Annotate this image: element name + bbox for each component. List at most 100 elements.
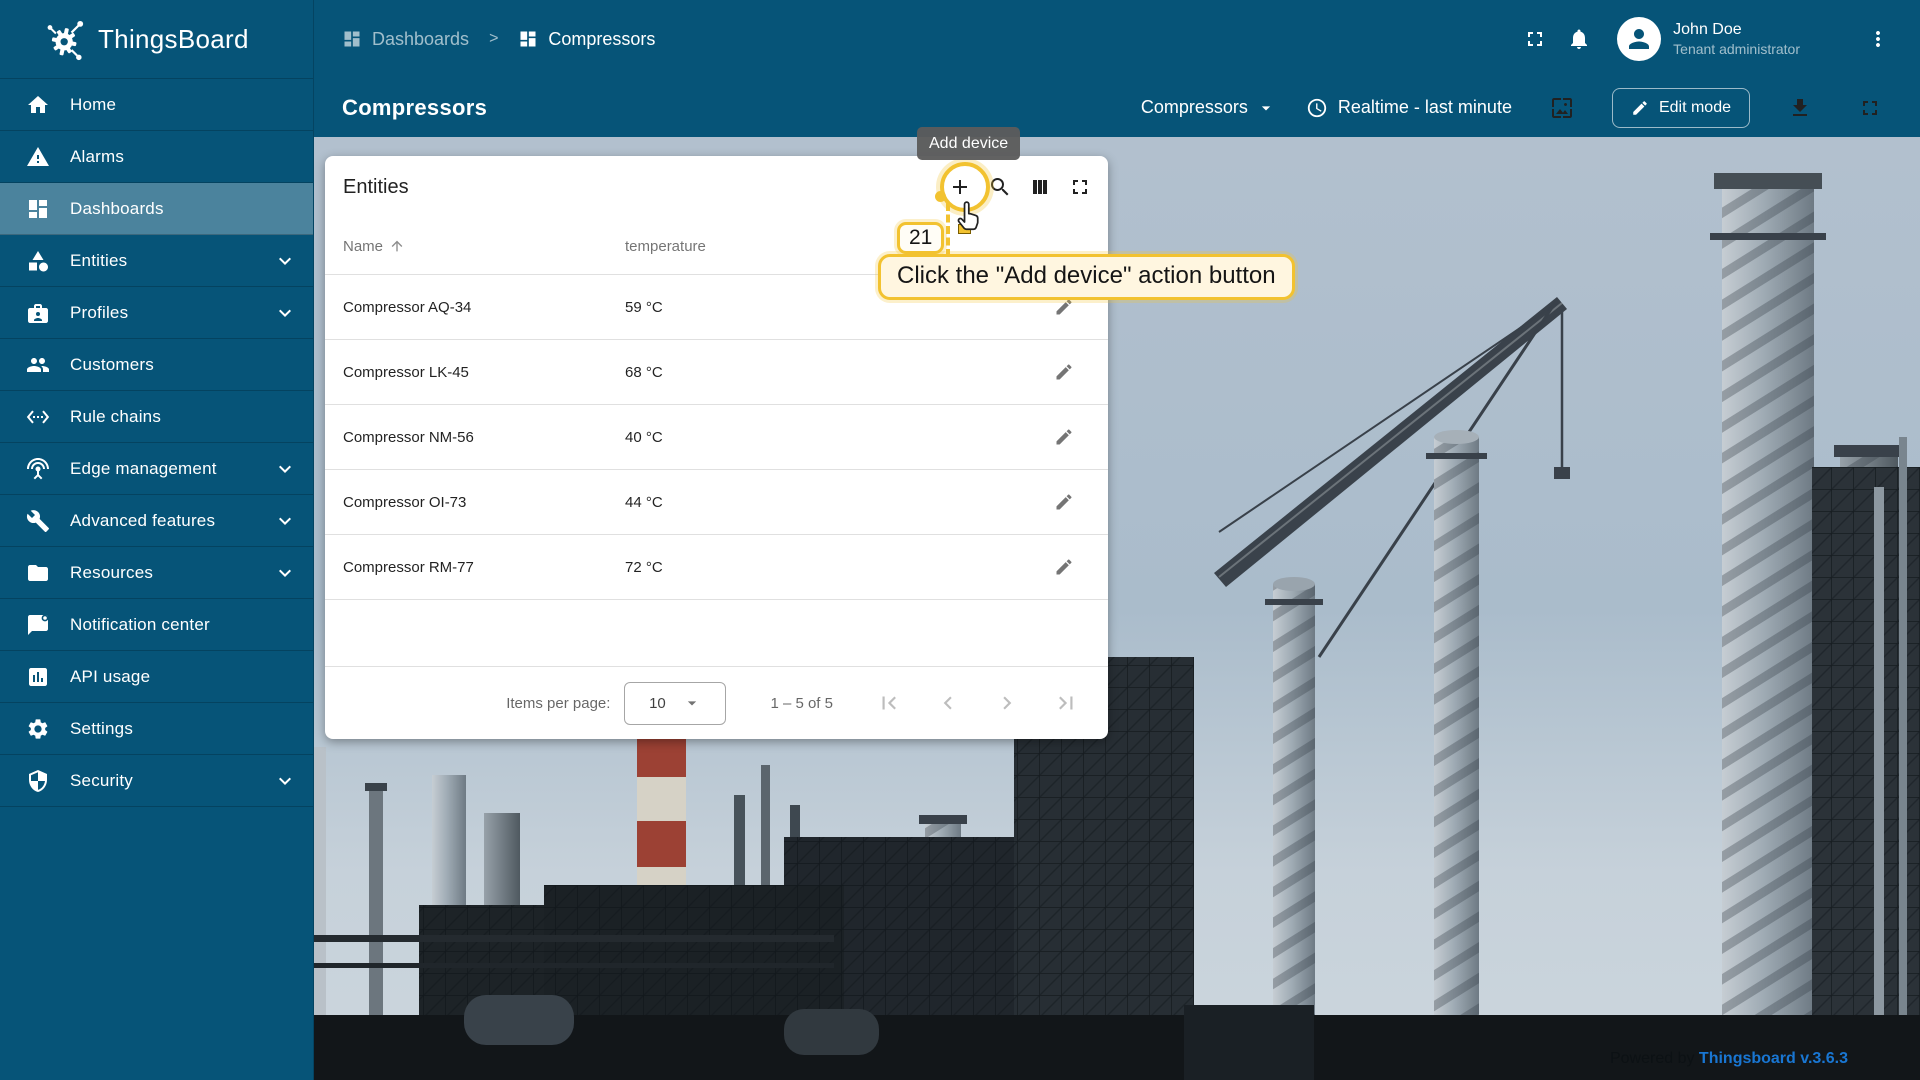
sidebar-item-settings[interactable]: Settings — [0, 703, 313, 755]
dashboard-title: Compressors — [342, 94, 488, 120]
notifications-button[interactable] — [1557, 17, 1601, 61]
sidebar-item-advanced-features[interactable]: Advanced features — [0, 495, 313, 547]
entity-temperature: 44 °C — [625, 493, 663, 511]
download-icon — [1793, 98, 1807, 116]
entities-icon — [26, 249, 50, 273]
edit-row-button[interactable] — [1044, 352, 1084, 392]
sidebar-item-customers[interactable]: Customers — [0, 339, 313, 391]
download-button[interactable] — [1780, 88, 1820, 128]
previous-page-button[interactable] — [928, 683, 968, 723]
top-header: Dashboards > Compressors John Doe Tenant… — [314, 0, 1920, 78]
edit-mode-button[interactable]: Edit mode — [1611, 87, 1750, 128]
fullscreen-icon — [1528, 32, 1543, 46]
profiles-icon — [26, 301, 50, 325]
entity-temperature: 72 °C — [625, 558, 663, 576]
user-menu[interactable]: John Doe Tenant administrator — [1673, 20, 1800, 59]
avatar[interactable] — [1617, 17, 1662, 61]
table-row-compressor-lk-45[interactable]: Compressor LK-45 68 °C — [325, 339, 1108, 404]
last-page-button[interactable] — [1046, 683, 1086, 723]
pencil-icon — [1056, 429, 1072, 445]
fullscreen-button[interactable] — [1513, 17, 1557, 61]
entity-name: Compressor OI-73 — [343, 493, 467, 511]
footer-version: Powered by Thingsboard v.3.6.3 — [1610, 1050, 1848, 1068]
clock-icon — [1307, 98, 1327, 117]
edit-row-button[interactable] — [1044, 547, 1084, 587]
sidebar: ThingsBoard Home Alarms Dashboards Entit… — [0, 0, 314, 1080]
version-link[interactable]: Thingsboard v.3.6.3 — [1699, 1050, 1848, 1067]
pencil-icon — [1056, 299, 1072, 315]
user-role: Tenant administrator — [1673, 41, 1800, 58]
sidebar-item-alarms[interactable]: Alarms — [0, 131, 313, 183]
person-icon — [1629, 29, 1650, 49]
first-page-icon — [882, 696, 896, 710]
chevron-down-icon — [273, 561, 297, 585]
sort-ascending-icon — [391, 240, 403, 252]
pagination: Items per page: 10 1 – 5 of 5 — [325, 666, 1108, 739]
chevron-left-icon — [943, 696, 952, 710]
columns-button[interactable] — [1020, 167, 1060, 207]
sidebar-item-edge-management[interactable]: Edge management — [0, 443, 313, 495]
column-header-name[interactable]: Name — [343, 238, 625, 255]
column-header-temperature[interactable]: temperature — [625, 238, 1090, 255]
edit-row-button[interactable] — [1044, 482, 1084, 522]
entity-temperature: 68 °C — [625, 363, 663, 381]
dashboard-toolbar: Compressors Compressors Realtime - last … — [314, 78, 1920, 137]
dashboard-state-select[interactable]: Compressors — [1141, 97, 1276, 118]
breadcrumb-current: Compressors — [518, 29, 655, 50]
sidebar-item-profiles[interactable]: Profiles — [0, 287, 313, 339]
chevron-down-icon — [273, 249, 297, 273]
thingsboard-gear-logo-icon — [44, 17, 88, 61]
dropdown-arrow-icon — [687, 701, 696, 706]
sidebar-item-resources[interactable]: Resources — [0, 547, 313, 599]
timewindow-button[interactable]: Realtime - last minute — [1306, 97, 1512, 119]
home-icon — [26, 93, 50, 117]
dashboard-image-button[interactable] — [1542, 88, 1582, 128]
chevron-right-icon — [1003, 696, 1012, 710]
entity-name: Compressor NM-56 — [343, 428, 474, 446]
resources-icon — [26, 561, 50, 585]
sidebar-item-api-usage[interactable]: API usage — [0, 651, 313, 703]
widget-fullscreen-button[interactable] — [1060, 167, 1100, 207]
settings-icon — [26, 717, 50, 741]
notification-center-icon — [26, 613, 50, 637]
bell-icon — [1571, 29, 1588, 49]
pencil-icon — [1056, 364, 1072, 380]
sidebar-item-dashboards[interactable]: Dashboards — [0, 183, 313, 235]
sidebar-item-home[interactable]: Home — [0, 79, 313, 131]
items-per-page-label: Items per page: — [506, 694, 611, 712]
hand-cursor-icon — [954, 200, 982, 232]
table-row-compressor-rm-77[interactable]: Compressor RM-77 72 °C — [325, 534, 1108, 599]
highlight-connector-line — [946, 203, 950, 257]
entities-table: Compressor AQ-34 59 °C Compressor LK-45 … — [325, 274, 1108, 600]
sidebar-item-notification-center[interactable]: Notification center — [0, 599, 313, 651]
sidebar-item-entities[interactable]: Entities — [0, 235, 313, 287]
sidebar-item-rule-chains[interactable]: Rule chains — [0, 391, 313, 443]
dashboard-actions: Compressors Realtime - last minute Edit … — [1141, 87, 1890, 128]
items-per-page-select[interactable]: 10 — [624, 681, 727, 725]
instruction-callout: Click the "Add device" action button — [878, 254, 1295, 300]
breadcrumb-dashboards[interactable]: Dashboards — [342, 29, 469, 50]
thingsboard-logo[interactable]: ThingsBoard — [0, 0, 313, 79]
next-page-button[interactable] — [987, 683, 1027, 723]
highlight-anchor-dot — [935, 191, 946, 202]
entity-temperature: 59 °C — [625, 298, 663, 316]
alarms-icon — [26, 145, 50, 169]
edit-row-button[interactable] — [1044, 417, 1084, 457]
table-row-compressor-nm-56[interactable]: Compressor NM-56 40 °C — [325, 404, 1108, 469]
pencil-icon — [1056, 559, 1072, 575]
first-page-button[interactable] — [869, 683, 909, 723]
rule-chains-icon — [26, 405, 50, 429]
sidebar-menu: Home Alarms Dashboards Entities Profiles… — [0, 79, 313, 807]
more-options-button[interactable] — [1856, 17, 1900, 61]
sidebar-item-security[interactable]: Security — [0, 755, 313, 807]
dashboard-fullscreen-button[interactable] — [1850, 88, 1890, 128]
entity-name: Compressor LK-45 — [343, 363, 469, 381]
search-icon — [991, 178, 1009, 196]
widget-title: Entities — [343, 175, 409, 198]
entity-temperature: 40 °C — [625, 428, 663, 446]
dashboards-icon — [26, 197, 50, 221]
table-row-compressor-oi-73[interactable]: Compressor OI-73 44 °C — [325, 469, 1108, 534]
dashboards-icon — [520, 31, 536, 47]
chevron-down-icon — [273, 509, 297, 533]
api-usage-icon — [26, 665, 50, 689]
